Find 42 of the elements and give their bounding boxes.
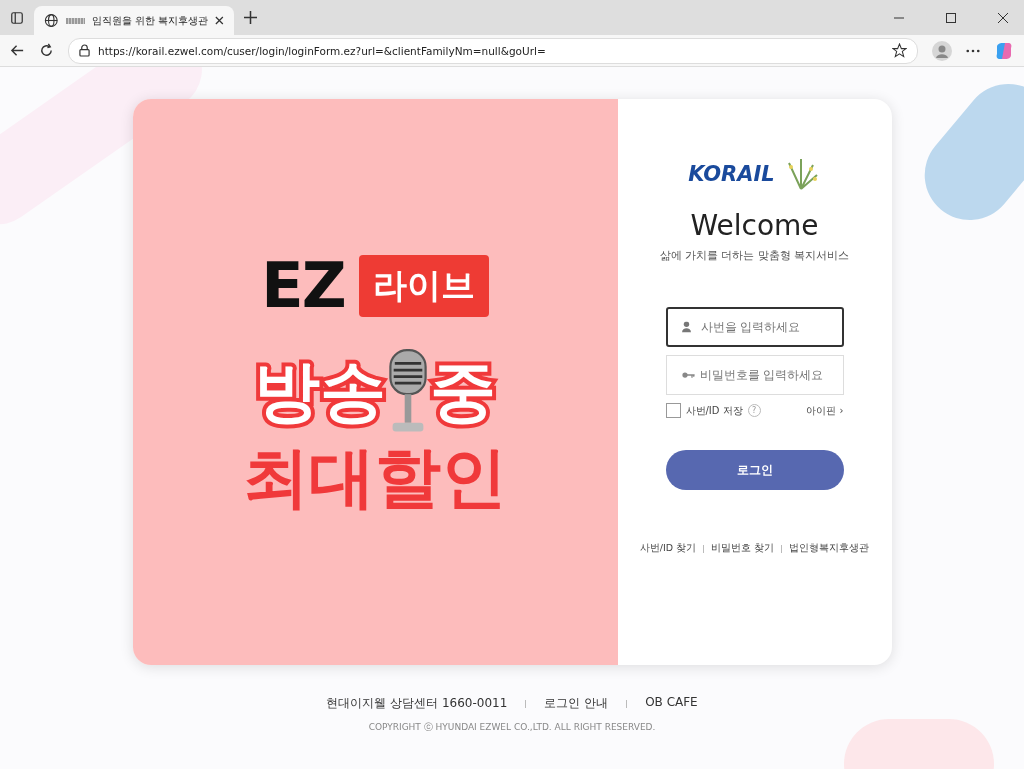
browser-tab[interactable]: 임직원을 위한 복지후생관 xyxy=(34,6,234,35)
globe-icon xyxy=(44,13,59,28)
copyright-text: COPYRIGHT ⓒ HYUNDAI EZWEL CO.,LTD. ALL RIGHT RESERVED. xyxy=(368,721,656,734)
sidebar-icon[interactable] xyxy=(10,10,24,25)
headline-text: 방송 xyxy=(254,355,386,429)
maximize-icon[interactable] xyxy=(946,12,956,23)
new-tab-icon[interactable] xyxy=(244,11,257,24)
brand-text: EZ xyxy=(261,249,345,323)
more-icon[interactable] xyxy=(966,48,980,53)
find-link[interactable]: 비밀번호 찾기 xyxy=(711,542,775,555)
address-bar[interactable]: https://korail.ezwel.com/cuser/login/loginForm.ez?url=&clientFamilyNm=null&goUrl= xyxy=(68,37,918,64)
lock-icon xyxy=(79,44,90,57)
korail-logo: KORAIL xyxy=(688,157,821,191)
close-window-icon[interactable] xyxy=(998,12,1008,23)
subtitle-text: 삶에 가치를 더하는 맞춤형 복지서비스 xyxy=(659,248,850,263)
person-icon xyxy=(681,321,691,333)
url-text: https://korail.ezwel.com/cuser/login/loginForm.ez?url=&clientFamilyNm=null&goUrl= xyxy=(98,44,546,57)
footer-link[interactable]: OB CAFE xyxy=(645,695,698,712)
id-input-field[interactable]: 사번을 입력하세요 xyxy=(665,307,844,347)
back-arrow-icon[interactable] xyxy=(10,43,25,58)
save-id-checkbox[interactable] xyxy=(665,403,681,418)
profile-icon[interactable] xyxy=(932,40,952,61)
footer-link[interactable]: 현대이지웰 상담센터 1660-0011 xyxy=(326,695,508,712)
login-button[interactable]: 로그인 xyxy=(665,450,844,490)
star-icon[interactable] xyxy=(892,43,907,58)
password-input-field[interactable]: 비밀번호를 입력하세요 xyxy=(665,355,844,395)
key-icon xyxy=(681,371,695,379)
live-badge: 라이브 xyxy=(358,254,489,317)
promo-banner[interactable]: EZ 라이브 방송 중 최대할인 xyxy=(132,99,618,665)
copilot-icon[interactable] xyxy=(994,40,1014,61)
reload-icon[interactable] xyxy=(39,43,54,58)
favicon-icon xyxy=(65,17,85,24)
footer-link[interactable]: 로그인 안내 xyxy=(544,695,609,712)
save-id-label: 사번/ID 저장 xyxy=(685,403,743,418)
discount-text: 최대할인 xyxy=(243,442,507,515)
ipin-link[interactable]: 아이핀 › xyxy=(806,403,844,418)
tab-title: 임직원을 위한 복지후생관 xyxy=(91,13,209,28)
find-link[interactable]: 법인형복지후생관 xyxy=(789,542,870,555)
find-link[interactable]: 사번/ID 찾기 xyxy=(639,542,697,555)
welcome-title: Welcome xyxy=(690,209,819,242)
headline-text: 중 xyxy=(430,355,496,429)
close-icon[interactable] xyxy=(215,16,224,25)
